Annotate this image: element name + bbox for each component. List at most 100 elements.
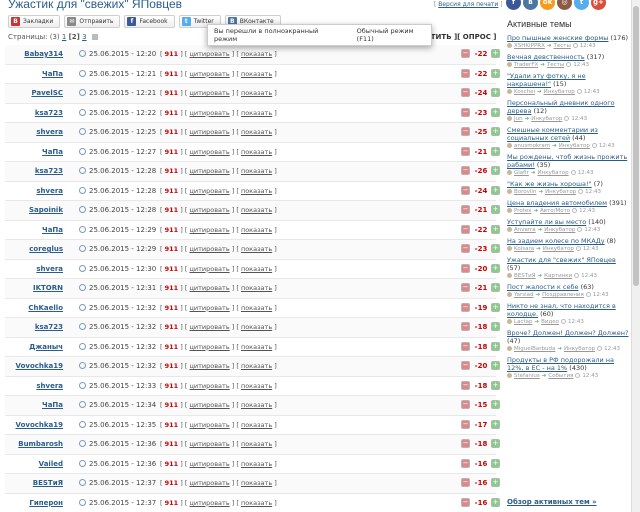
reply-icon[interactable] — [79, 323, 86, 330]
comment-author[interactable]: Bumbarosh — [5, 440, 63, 448]
quote-link[interactable]: цитировать — [189, 70, 229, 78]
vote-down-icon[interactable]: − — [461, 88, 470, 97]
vote-up-icon[interactable]: + — [491, 107, 500, 117]
reply-icon[interactable] — [79, 264, 86, 272]
topic-author[interactable]: anusmokram — [514, 143, 550, 149]
vote-up-icon[interactable]: + — [491, 458, 500, 468]
quote-link[interactable]: цитировать — [189, 343, 229, 351]
show-link[interactable]: показать — [241, 206, 272, 214]
comment-author[interactable]: shvera — [5, 128, 63, 136]
topic-author[interactable]: Anvarra — [514, 227, 536, 233]
topic-link[interactable]: Мы рождены, чтоб жизнь прожить рабами! — [507, 153, 627, 169]
topic-author[interactable]: Borovlin — [514, 189, 536, 195]
topic-link[interactable]: Про пышные женские формы — [507, 34, 608, 42]
quote-link[interactable]: цитировать — [189, 440, 229, 448]
report-911-link[interactable]: 911 — [165, 401, 179, 409]
vote-up-icon[interactable]: + — [491, 88, 500, 97]
vote-up-icon[interactable]: + — [491, 322, 500, 331]
show-link[interactable]: показать — [241, 187, 272, 195]
report-911-link[interactable]: 911 — [165, 421, 179, 429]
report-911-link[interactable]: 911 — [165, 362, 179, 370]
odnoklassniki-icon[interactable]: ok — [540, 0, 555, 10]
comment-author[interactable]: Vovochka19 — [5, 421, 63, 429]
vote-up-icon[interactable]: + — [491, 185, 500, 195]
vote-down-icon[interactable]: − — [461, 380, 470, 390]
reply-icon[interactable] — [79, 381, 86, 389]
quote-link[interactable]: цитировать — [189, 89, 229, 97]
topic-section[interactable]: События — [548, 373, 573, 379]
vote-up-icon[interactable]: + — [491, 439, 500, 448]
report-911-link[interactable]: 911 — [165, 245, 179, 253]
comment-author[interactable]: ЧаПа — [5, 70, 63, 78]
show-link[interactable]: показать — [241, 421, 272, 429]
reply-icon[interactable] — [79, 147, 86, 155]
report-911-link[interactable]: 911 — [165, 148, 179, 156]
topic-section[interactable]: Инкубатор — [544, 89, 575, 95]
comment-author[interactable]: ЧаПа — [5, 401, 63, 409]
share-button-1[interactable]: ✉ Отправить — [64, 15, 121, 28]
vote-down-icon[interactable]: − — [461, 361, 470, 370]
topic-link[interactable]: На задием колесе по МКАДу — [507, 237, 605, 245]
topic-link[interactable]: Продукты в РФ подорожали на 12%, в ЕС - … — [507, 356, 614, 372]
reply-icon[interactable] — [79, 342, 86, 350]
topic-section[interactable]: Инкубатор — [559, 143, 590, 149]
comment-author[interactable]: Джаныч — [5, 343, 63, 351]
vote-up-icon[interactable]: + — [491, 263, 500, 273]
reply-icon[interactable] — [79, 108, 86, 116]
reply-icon[interactable] — [79, 225, 86, 233]
reply-icon[interactable] — [79, 459, 86, 467]
vote-down-icon[interactable]: − — [461, 478, 470, 487]
comment-author[interactable]: Vailed — [5, 460, 63, 468]
reply-icon[interactable] — [79, 128, 86, 135]
topic-author[interactable]: Protex — [514, 208, 531, 214]
quote-link[interactable]: цитировать — [189, 304, 229, 312]
report-911-link[interactable]: 911 — [165, 382, 179, 390]
report-911-link[interactable]: 911 — [165, 265, 179, 273]
vote-up-icon[interactable]: + — [491, 478, 500, 487]
show-link[interactable]: показать — [241, 343, 272, 351]
reply-icon[interactable] — [79, 498, 86, 506]
reply-icon[interactable] — [79, 420, 86, 428]
quote-link[interactable]: цитировать — [189, 323, 229, 331]
report-911-link[interactable]: 911 — [165, 128, 179, 136]
comment-author[interactable]: ChKaello — [5, 304, 63, 312]
report-911-link[interactable]: 911 — [165, 187, 179, 195]
show-link[interactable]: показать — [241, 109, 272, 117]
vote-down-icon[interactable]: − — [461, 419, 470, 429]
vote-up-icon[interactable]: + — [491, 341, 500, 351]
reply-icon[interactable] — [79, 245, 86, 252]
reply-icon[interactable] — [79, 167, 86, 174]
comment-author[interactable]: coreglus — [5, 245, 63, 253]
vote-down-icon[interactable]: − — [461, 49, 470, 58]
quote-link[interactable]: цитировать — [189, 362, 229, 370]
topic-author[interactable]: MiguelBarbuda — [514, 346, 555, 352]
topic-author[interactable]: Yarsiad — [514, 292, 534, 298]
report-911-link[interactable]: 911 — [165, 226, 179, 234]
vote-up-icon[interactable]: + — [491, 127, 500, 136]
topic-section[interactable]: Авто/Мото — [540, 208, 570, 214]
vote-down-icon[interactable]: − — [461, 205, 470, 214]
quote-link[interactable]: цитировать — [189, 479, 229, 487]
quote-link[interactable]: цитировать — [189, 460, 229, 468]
topic-link[interactable]: Цена владения автомобилем — [507, 199, 607, 207]
reply-icon[interactable] — [79, 479, 86, 486]
comment-author[interactable]: ЧаПа — [5, 148, 63, 156]
quote-link[interactable]: цитировать — [189, 226, 229, 234]
show-link[interactable]: показать — [241, 499, 272, 507]
comment-author[interactable]: ksa723 — [5, 167, 63, 175]
show-link[interactable]: показать — [241, 245, 272, 253]
topic-author[interactable]: Glafir — [514, 170, 529, 176]
vote-down-icon[interactable]: − — [461, 107, 470, 117]
reply-icon[interactable] — [79, 50, 86, 57]
print-version-link[interactable]: Версия для печати — [438, 1, 498, 8]
report-911-link[interactable]: 911 — [165, 304, 179, 312]
report-911-link[interactable]: 911 — [165, 109, 179, 117]
topic-section[interactable]: Инкубатор — [544, 227, 575, 233]
quote-link[interactable]: цитировать — [189, 421, 229, 429]
vote-down-icon[interactable]: − — [461, 322, 470, 331]
report-911-link[interactable]: 911 — [165, 167, 179, 175]
comment-author[interactable]: ksa723 — [5, 109, 63, 117]
show-link[interactable]: показать — [241, 50, 272, 58]
topic-author[interactable]: Kolsara — [514, 246, 534, 252]
show-link[interactable]: показать — [241, 479, 272, 487]
